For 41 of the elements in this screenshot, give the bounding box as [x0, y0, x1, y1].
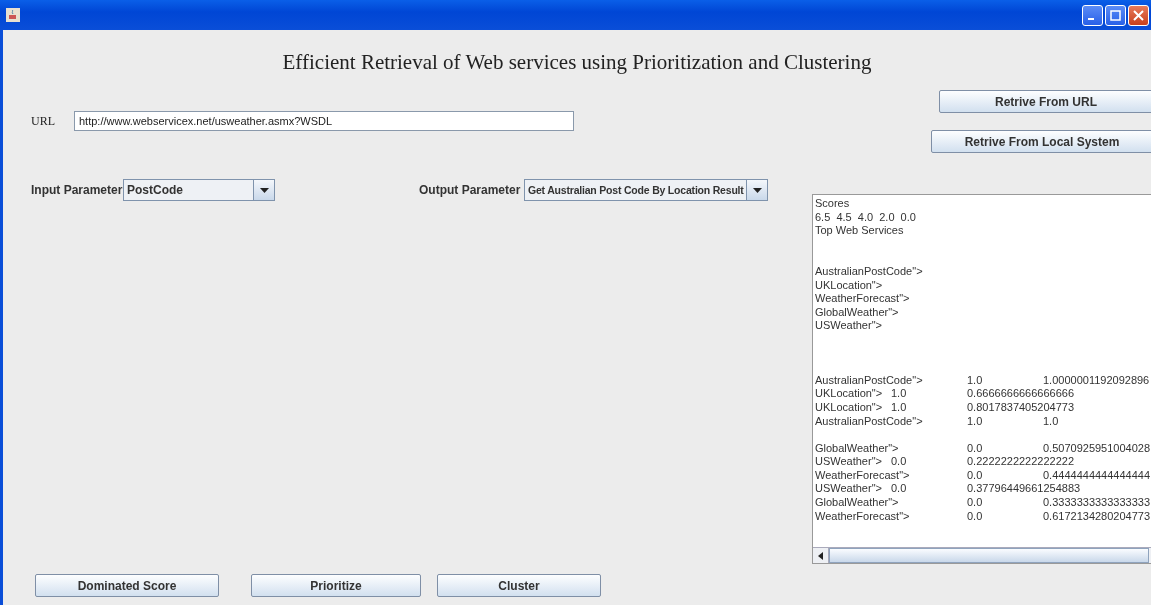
results-line: AustralianPostCode"> 1.0 1.0 — [815, 414, 1060, 429]
app-heading: Efficient Retrieval of Web services using Prioritization and Clustering — [282, 50, 872, 75]
retrieve-button[interactable]: Retrive From URL — [939, 90, 1151, 113]
dropdown-arrow-icon — [752, 187, 762, 193]
results-line: USWeather"> 0.0 0.37796449661254883 — [815, 482, 1082, 497]
retrieve-button[interactable]: Retrive From Local System — [931, 130, 1151, 153]
results-line: WeatherForecast"> 0.0 0.6172134280204773 — [815, 509, 1151, 524]
java-cup-icon — [6, 8, 20, 22]
results-line: GlobalWeather"> 0.0 0.3333333333333333 — [815, 496, 1151, 510]
action-button[interactable]: Prioritize — [251, 574, 421, 597]
url-label: URL — [31, 113, 56, 129]
action-button[interactable]: Dominated Score — [35, 574, 219, 597]
minimize-icon — [1088, 17, 1094, 20]
results-line: Scores — [815, 197, 851, 211]
scroll-left-icon[interactable] — [818, 551, 823, 560]
output-parameter-dropdown[interactable]: Get Australian Post Code By Location Result — [524, 179, 768, 201]
close-icon — [1133, 9, 1144, 21]
maximize-button[interactable] — [1105, 4, 1126, 26]
dropdown-arrow-icon — [259, 187, 269, 193]
close-button[interactable] — [1128, 4, 1149, 26]
output-parameter-label: Output Parameter — [419, 183, 522, 197]
results-line: AustralianPostCode"> 1.0 1.0000001192092896 — [815, 373, 1151, 388]
results-line: UKLocation"> — [815, 278, 884, 293]
action-button[interactable]: Cluster — [437, 574, 601, 597]
input-parameter-label: Input Parameter — [31, 183, 123, 197]
results-line: AustralianPostCode"> — [815, 264, 924, 279]
minimize-button[interactable] — [1082, 4, 1103, 26]
results-line: UKLocation"> 1.0 0.6666666666666666 — [815, 387, 1076, 401]
results-line: GlobalWeather"> 0.0 0.5070925951004028 — [815, 441, 1151, 456]
results-line: USWeather"> — [815, 319, 883, 333]
results-line: WeatherForecast"> 0.0 0.4444444444444444 — [815, 468, 1151, 483]
url-field[interactable]: http://www.webservicex.net/usweather.asmx?WSDL — [74, 111, 574, 131]
input-parameter-dropdown[interactable]: PostCode — [123, 179, 275, 201]
results-line: UKLocation"> 1.0 0.8017837405204773 — [815, 400, 1076, 415]
results-line: WeatherForecast"> — [815, 292, 911, 306]
maximize-icon — [1110, 9, 1121, 21]
results-line: Top Web Services — [815, 224, 905, 238]
horizontal-scrollbar[interactable] — [813, 547, 1151, 563]
results-line: GlobalWeather"> — [815, 305, 900, 320]
results-line: USWeather"> 0.0 0.2222222222222222 — [815, 455, 1076, 469]
results-line: 6.5 4.5 4.0 2.0 0.0 — [815, 210, 917, 225]
